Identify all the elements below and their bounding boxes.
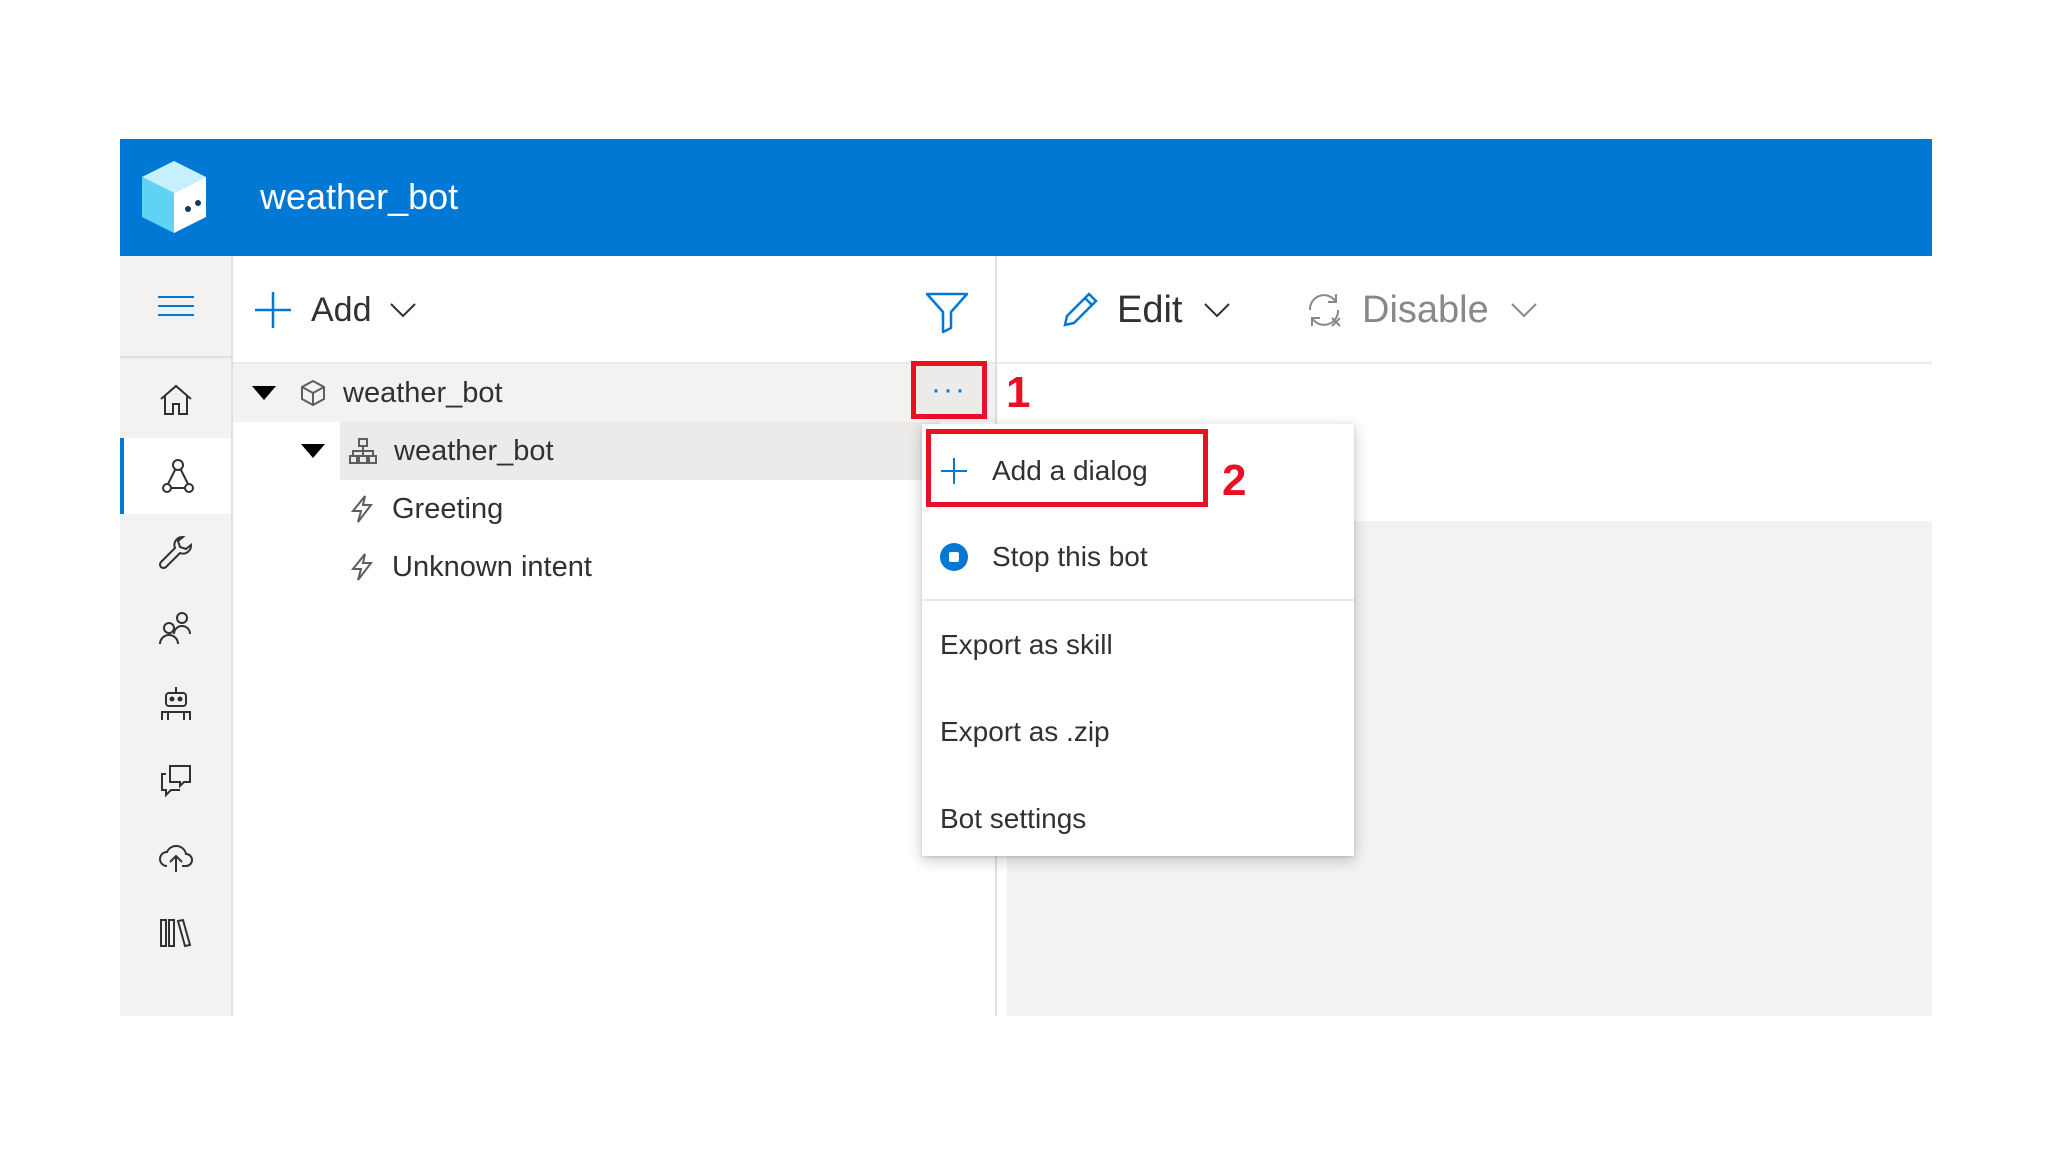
composer-logo-icon <box>142 161 206 233</box>
app-header: weather_bot <box>120 139 1932 256</box>
tree-item-trigger[interactable]: Greeting <box>340 480 940 538</box>
dialog-tree-icon <box>349 438 377 464</box>
nav-item-users[interactable] <box>120 590 231 666</box>
nav-item-home[interactable] <box>120 362 231 438</box>
tree-item-trigger[interactable]: Unknown intent <box>340 538 940 596</box>
menu-item-bot-settings[interactable]: Bot settings <box>922 776 1354 862</box>
users-icon <box>158 612 191 645</box>
lightning-icon <box>350 495 374 523</box>
menu-item-export-zip[interactable]: Export as .zip <box>922 689 1354 775</box>
chevron-down-icon <box>389 303 416 318</box>
nav-rail <box>120 256 233 1016</box>
refresh-disabled-icon <box>1308 294 1341 327</box>
menu-item-label: Bot settings <box>940 803 1087 834</box>
app-title: weather_bot <box>260 176 459 217</box>
menu-item-label: Export as .zip <box>940 716 1110 747</box>
home-icon <box>159 384 192 415</box>
add-button[interactable]: Add <box>253 286 418 334</box>
menu-item-label: Stop this bot <box>992 541 1148 572</box>
caret-down-icon[interactable] <box>300 443 326 459</box>
nav-item-publish[interactable] <box>120 818 231 894</box>
nav-item-library[interactable] <box>120 894 231 970</box>
stop-icon <box>934 542 974 572</box>
composer-window: weather_bot Add weather_bot weather_bot … <box>120 139 1932 1016</box>
tree-item-trigger-label: Greeting <box>392 492 504 525</box>
tree-item-dialog-label: weather_bot <box>394 434 554 467</box>
caret-down-icon[interactable] <box>251 385 277 401</box>
step-number-1: 1 <box>1006 368 1031 417</box>
add-button-label: Add <box>311 290 372 329</box>
nav-item-configure[interactable] <box>120 514 231 590</box>
chevron-down-icon <box>1204 303 1231 318</box>
explorer-toolbar: Add <box>233 256 995 364</box>
tree-item-trigger-label: Unknown intent <box>392 550 592 583</box>
tree-item-bot[interactable]: weather_bot <box>233 364 995 422</box>
pencil-icon <box>1063 292 1098 327</box>
design-icon <box>161 459 194 493</box>
step-number-2: 2 <box>1222 456 1247 505</box>
menu-toggle-button[interactable] <box>120 276 231 336</box>
editor-toolbar: Edit Disable <box>997 256 1932 364</box>
chevron-down-icon <box>1511 303 1537 318</box>
hamburger-icon <box>157 296 194 316</box>
tree-item-dialog[interactable]: weather_bot <box>301 422 940 480</box>
nav-item-design[interactable] <box>120 438 231 514</box>
cloud-upload-icon <box>158 844 193 872</box>
menu-item-stop-bot[interactable]: Stop this bot <box>922 514 1354 600</box>
menu-item-label: Export as skill <box>940 629 1113 660</box>
wrench-icon <box>158 536 192 570</box>
lightning-icon <box>350 553 374 581</box>
filter-icon <box>925 292 969 334</box>
project-explorer: Add weather_bot weather_bot Greeting Unk… <box>233 256 997 1016</box>
bot-icon <box>160 687 191 720</box>
edit-button-label: Edit <box>1117 288 1183 331</box>
highlight-box-step-1 <box>911 361 987 419</box>
filter-button[interactable] <box>923 288 971 336</box>
rail-divider <box>120 356 231 358</box>
nav-item-bot[interactable] <box>120 666 231 742</box>
menu-item-export-skill[interactable]: Export as skill <box>922 602 1354 688</box>
library-icon <box>159 918 191 948</box>
tree-item-bot-label: weather_bot <box>343 376 503 409</box>
highlight-box-step-2 <box>926 429 1208 507</box>
nav-item-chat[interactable] <box>120 742 231 818</box>
edit-button[interactable]: Edit <box>1059 286 1232 334</box>
plus-icon <box>255 292 291 328</box>
cube-icon <box>301 379 325 407</box>
disable-button[interactable]: Disable <box>1302 286 1539 334</box>
menu-divider <box>922 599 1354 601</box>
disable-button-label: Disable <box>1362 288 1489 331</box>
chat-icon <box>160 765 191 798</box>
